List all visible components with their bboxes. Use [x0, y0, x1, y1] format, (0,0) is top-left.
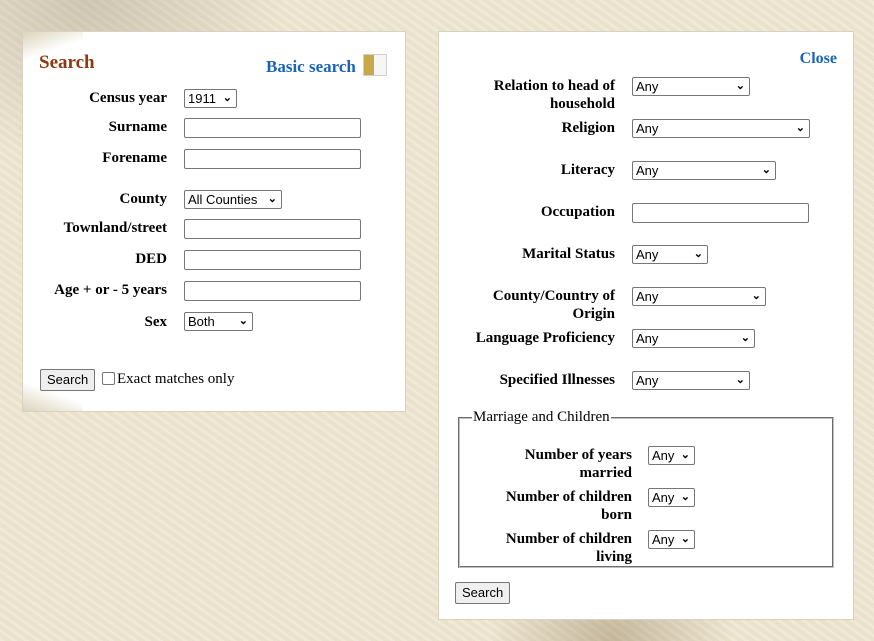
years-married-label: Number of years married [480, 446, 632, 482]
chevron-down-icon: ⌄ [222, 92, 232, 104]
chevron-down-icon: ⌄ [238, 315, 248, 327]
search-panel: Search Basic search Census year 1911 ⌄ Su… [22, 31, 406, 412]
marital-status-value: Any [636, 247, 659, 262]
exact-matches-checkbox[interactable] [102, 372, 115, 385]
sex-value: Both [188, 314, 215, 329]
basic-search-icon[interactable] [363, 54, 387, 76]
children-living-label: Number of children living [480, 530, 632, 566]
census-year-label: Census year [89, 90, 167, 106]
religion-label: Religion [561, 120, 615, 136]
children-born-label: Number of children born [480, 488, 632, 524]
surname-input[interactable] [184, 118, 361, 138]
illnesses-label: Specified Illnesses [499, 372, 615, 388]
close-link[interactable]: Close [800, 50, 837, 68]
marital-status-label: Marital Status [522, 246, 615, 262]
origin-label-line1: County/Country of [492, 288, 615, 304]
children-living-value: Any [652, 532, 675, 547]
children-born-value: Any [652, 490, 675, 505]
years-married-line2: married [579, 465, 632, 481]
children-born-line1: Number of children [505, 489, 632, 505]
children-born-select[interactable]: Any ⌄ [648, 488, 695, 507]
county-value: All Counties [188, 192, 258, 207]
origin-label: County/Country of Origin [459, 287, 615, 323]
county-select[interactable]: All Counties ⌄ [184, 190, 282, 209]
illnesses-value: Any [636, 373, 659, 388]
literacy-select[interactable]: Any ⌄ [632, 161, 776, 180]
forename-label: Forename [102, 150, 167, 166]
children-born-line2: born [601, 507, 632, 523]
county-label: County [119, 191, 167, 207]
language-value: Any [636, 331, 659, 346]
relation-label-line2: household [549, 96, 615, 112]
chevron-down-icon: ⌄ [680, 449, 690, 461]
marriage-children-group: Marriage and Children Number of years mar… [458, 409, 834, 568]
chevron-down-icon: ⌄ [761, 164, 771, 176]
townland-input[interactable] [184, 219, 361, 239]
literacy-value: Any [636, 163, 659, 178]
years-married-value: Any [652, 448, 675, 463]
townland-label: Townland/street [63, 220, 167, 236]
sex-select[interactable]: Both ⌄ [184, 312, 253, 331]
children-living-line1: Number of children [505, 531, 632, 547]
illnesses-select[interactable]: Any ⌄ [632, 371, 750, 390]
age-label: Age + or - 5 years [54, 282, 167, 298]
ded-input[interactable] [184, 250, 361, 270]
search-title: Search [39, 52, 95, 73]
exact-matches-label: Exact matches only [117, 371, 235, 387]
years-married-select[interactable]: Any ⌄ [648, 446, 695, 465]
religion-value: Any [636, 121, 659, 136]
religion-select[interactable]: Any ⌄ [632, 119, 810, 138]
relation-label: Relation to head of household [459, 77, 615, 113]
relation-value: Any [636, 79, 659, 94]
chevron-down-icon: ⌄ [795, 122, 805, 134]
occupation-label: Occupation [540, 204, 615, 220]
census-year-value: 1911 [188, 91, 216, 106]
basic-search-link[interactable]: Basic search [266, 57, 356, 77]
chevron-down-icon: ⌄ [740, 332, 750, 344]
years-married-line1: Number of years [524, 447, 632, 463]
sex-label: Sex [144, 314, 168, 330]
origin-value: Any [636, 289, 659, 304]
marriage-children-legend: Marriage and Children [473, 409, 610, 425]
chevron-down-icon: ⌄ [735, 80, 745, 92]
chevron-down-icon: ⌄ [680, 533, 690, 545]
chevron-down-icon: ⌄ [693, 248, 703, 260]
ded-label: DED [135, 251, 167, 267]
origin-label-line2: Origin [572, 306, 615, 322]
occupation-input[interactable] [632, 203, 809, 223]
advanced-search-panel: Close Relation to head of household Any ⌄ … [438, 31, 854, 620]
surname-label: Surname [108, 119, 167, 135]
language-select[interactable]: Any ⌄ [632, 329, 755, 348]
children-living-line2: living [596, 549, 632, 565]
literacy-label: Literacy [560, 162, 615, 178]
search-button[interactable]: Search [40, 369, 96, 391]
origin-select[interactable]: Any ⌄ [632, 287, 766, 306]
advanced-search-button[interactable]: Search [455, 582, 511, 604]
relation-label-line1: Relation to head of [493, 78, 615, 94]
age-input[interactable] [184, 281, 361, 301]
forename-input[interactable] [184, 149, 361, 169]
chevron-down-icon: ⌄ [751, 290, 761, 302]
marital-status-select[interactable]: Any ⌄ [632, 245, 708, 264]
chevron-down-icon: ⌄ [680, 491, 690, 503]
children-living-select[interactable]: Any ⌄ [648, 530, 695, 549]
relation-select[interactable]: Any ⌄ [632, 77, 750, 96]
census-year-select[interactable]: 1911 ⌄ [184, 89, 237, 108]
chevron-down-icon: ⌄ [735, 374, 745, 386]
chevron-down-icon: ⌄ [267, 193, 277, 205]
language-label: Language Proficiency [475, 330, 615, 346]
